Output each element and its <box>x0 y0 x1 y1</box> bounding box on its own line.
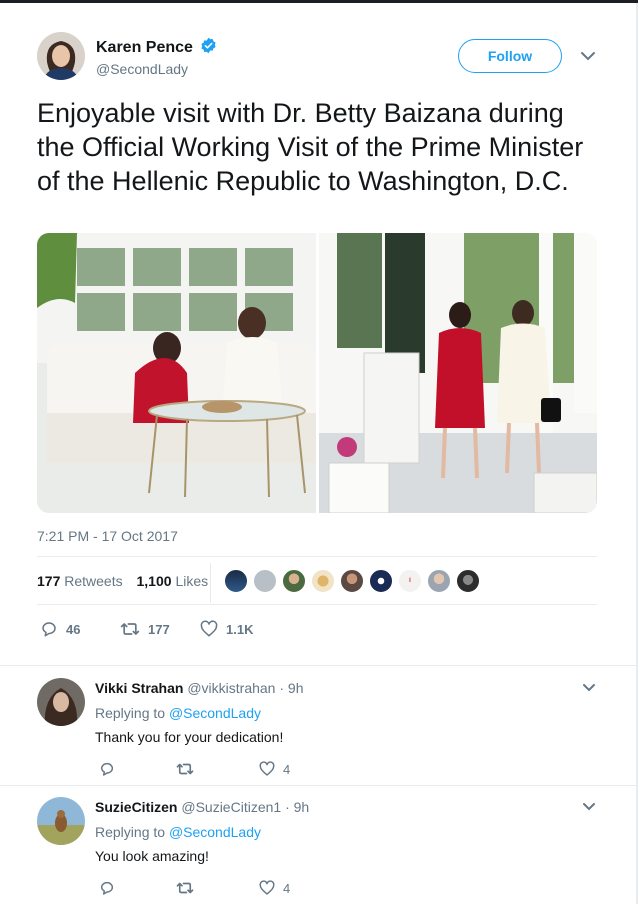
reply-author[interactable]: Vikki Strahan @vikkistrahan · 9h <box>95 680 304 696</box>
liker-avatar[interactable] <box>253 569 277 593</box>
reply-author-name[interactable]: Vikki Strahan <box>95 680 183 696</box>
reply-author-handle[interactable]: @vikkistrahan <box>187 680 275 696</box>
reply-like-button[interactable]: 4 <box>259 880 290 896</box>
reply-actions: 4 <box>99 761 399 779</box>
retweet-button[interactable]: 177 <box>120 620 170 638</box>
reply-actions: 4 <box>99 880 399 898</box>
replying-to: Replying to @SecondLady <box>95 705 261 721</box>
heart-icon <box>200 620 218 637</box>
tweet-text: Enjoyable visit with Dr. Betty Baizana d… <box>37 98 584 196</box>
liker-avatar[interactable] <box>340 569 364 593</box>
tweet-timestamp[interactable]: 7:21 PM - 17 Oct 2017 <box>37 528 178 544</box>
divider <box>37 556 597 557</box>
liker-avatar[interactable] <box>456 569 480 593</box>
tweet-photo-2[interactable] <box>319 233 597 513</box>
reply-button[interactable]: 46 <box>40 620 80 638</box>
stats-divider <box>210 563 211 603</box>
reply-icon[interactable] <box>99 761 115 777</box>
retweet-icon <box>120 623 140 635</box>
liker-avatar[interactable] <box>311 569 335 593</box>
liker-avatar[interactable] <box>224 569 248 593</box>
replying-to: Replying to @SecondLady <box>95 824 261 840</box>
author-name-text[interactable]: Karen Pence <box>96 39 193 56</box>
reply-like-button[interactable]: 4 <box>259 761 290 777</box>
reply-time[interactable]: · 9h <box>279 680 303 696</box>
section-divider <box>0 665 636 666</box>
chevron-down-icon[interactable] <box>580 50 596 62</box>
tweet-stats: 177 Retweets 1,100 Likes <box>37 573 208 589</box>
divider <box>37 604 597 605</box>
tweet-photo-1[interactable] <box>37 233 316 513</box>
reply-icon <box>42 622 56 637</box>
reply-author-handle[interactable]: @SuzieCitizen1 <box>181 799 281 815</box>
replying-to-link[interactable]: @SecondLady <box>169 824 261 840</box>
retweet-icon[interactable] <box>176 880 194 896</box>
like-button[interactable]: 1.1K <box>200 620 253 638</box>
retweet-icon[interactable] <box>176 761 194 777</box>
reply-text: Thank you for your dedication! <box>95 729 284 745</box>
author-handle[interactable]: @SecondLady <box>96 61 188 77</box>
liker-avatar[interactable]: I STAND <box>398 569 422 593</box>
likes-stat[interactable]: 1,100 Likes <box>137 573 209 589</box>
author-name[interactable]: Karen Pence <box>96 37 217 57</box>
author-avatar[interactable] <box>37 32 85 80</box>
replying-to-link[interactable]: @SecondLady <box>169 705 261 721</box>
reply-avatar[interactable] <box>37 678 85 726</box>
reply-text: You look amazing! <box>95 848 209 864</box>
reply-time[interactable]: · 9h <box>285 799 309 815</box>
liker-avatar[interactable] <box>282 569 306 593</box>
chevron-down-icon[interactable] <box>582 802 596 812</box>
reply-avatar[interactable] <box>37 797 85 845</box>
section-divider <box>0 785 636 786</box>
verified-badge-icon <box>201 37 216 54</box>
follow-button[interactable]: Follow <box>458 39 562 73</box>
retweets-stat[interactable]: 177 Retweets <box>37 573 123 589</box>
chevron-down-icon[interactable] <box>582 683 596 693</box>
liker-avatar[interactable] <box>427 569 451 593</box>
heart-icon <box>259 761 275 776</box>
top-edge <box>0 0 638 3</box>
reply-author[interactable]: SuzieCitizen @SuzieCitizen1 · 9h <box>95 799 309 815</box>
reply-author-name[interactable]: SuzieCitizen <box>95 799 177 815</box>
heart-icon <box>259 880 275 895</box>
reply-icon[interactable] <box>99 880 115 896</box>
liker-avatar[interactable] <box>369 569 393 593</box>
